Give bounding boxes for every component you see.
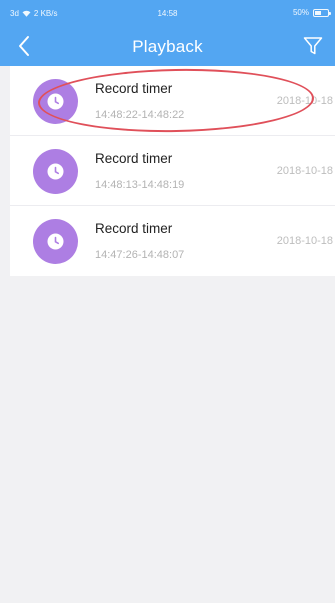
status-right: 50% bbox=[292, 8, 331, 17]
status-bar: 3d 2 KB/s 14:58 50% bbox=[0, 0, 335, 26]
record-row[interactable]: Record timer 14:48:13-14:48:19 2018-10-1… bbox=[10, 136, 335, 206]
record-date: 2018-10-18 bbox=[276, 95, 333, 107]
page-title: Playback bbox=[132, 37, 203, 56]
record-title: Record timer bbox=[95, 151, 173, 166]
header-bar: Playback bbox=[0, 26, 335, 66]
clock-avatar bbox=[33, 219, 78, 264]
battery-percent: 50% bbox=[292, 8, 309, 17]
clock-icon bbox=[47, 233, 64, 250]
clock-avatar bbox=[33, 79, 78, 124]
record-date: 2018-10-18 bbox=[276, 165, 333, 177]
record-row[interactable]: Record timer 14:47:26-14:48:07 2018-10-1… bbox=[10, 206, 335, 276]
record-list: Record timer 14:48:22-14:48:22 2018-10-1… bbox=[10, 66, 335, 276]
record-title: Record timer bbox=[95, 81, 173, 96]
phone-screen: 3d 2 KB/s 14:58 50% Playback Record time… bbox=[0, 0, 335, 603]
record-time-range: 14:48:22-14:48:22 bbox=[95, 109, 185, 121]
clock-avatar bbox=[33, 149, 78, 194]
status-time: 14:58 bbox=[157, 9, 178, 18]
record-time-range: 14:47:26-14:48:07 bbox=[95, 249, 185, 261]
clock-icon bbox=[47, 93, 64, 110]
battery-icon bbox=[313, 8, 331, 17]
record-title: Record timer bbox=[95, 221, 173, 236]
battery-fill bbox=[315, 10, 321, 15]
record-time-range: 14:48:13-14:48:19 bbox=[95, 179, 185, 191]
filter-button[interactable] bbox=[303, 36, 323, 56]
record-row[interactable]: Record timer 14:48:22-14:48:22 2018-10-1… bbox=[10, 66, 335, 136]
filter-icon bbox=[303, 37, 323, 55]
clock-icon bbox=[47, 163, 64, 180]
record-date: 2018-10-18 bbox=[276, 235, 333, 247]
